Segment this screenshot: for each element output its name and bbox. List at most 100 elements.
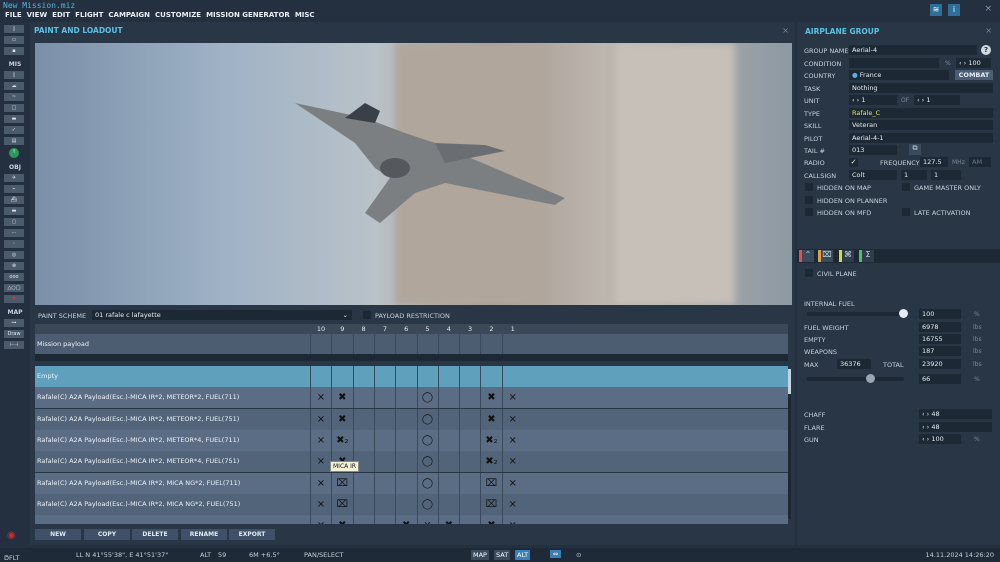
convoy-icon[interactable]: ⋯: [4, 229, 24, 237]
pylon-cell[interactable]: [501, 366, 523, 387]
payload-row[interactable]: Rafale(C) A2A Payload(Esc.)-MICA IR*2, M…: [35, 387, 788, 409]
copy-icon[interactable]: ⧉: [909, 144, 921, 155]
hidden-on-mfd-checkbox[interactable]: [805, 208, 813, 216]
target-icon[interactable]: ⊗: [4, 262, 24, 270]
draw-button[interactable]: Draw: [4, 330, 24, 338]
pylon-cell[interactable]: [373, 429, 395, 451]
pylon-weapon-icon[interactable]: ⨯: [501, 493, 523, 515]
mission-payload-cell[interactable]: [459, 334, 480, 354]
tail-input[interactable]: 013: [849, 145, 897, 155]
paint-scheme-select[interactable]: 01 rafale c lafayette ⌄: [92, 310, 352, 320]
pylon-cell[interactable]: [395, 429, 416, 451]
menu-flight[interactable]: FLIGHT: [75, 11, 103, 19]
pylon-cell[interactable]: [437, 429, 459, 451]
pylon-cell[interactable]: [459, 408, 480, 430]
payload-row[interactable]: Rafale(C) A2A Payload(Esc.)-MICA IR*2, M…: [35, 408, 788, 430]
slider-handle[interactable]: [899, 309, 908, 318]
skill-select[interactable]: Veteran: [849, 120, 993, 130]
scrollbar[interactable]: [788, 369, 791, 519]
pylon-cell[interactable]: [395, 472, 416, 494]
pylon-cell[interactable]: [395, 408, 416, 430]
airplane-icon[interactable]: ✈: [4, 174, 24, 182]
mission-payload-cell[interactable]: [501, 334, 523, 354]
condition-input[interactable]: [849, 58, 939, 68]
pylon-cell[interactable]: [352, 387, 374, 409]
payload-row[interactable]: ⨯✖✖⨯✖✖⨯: [35, 515, 788, 525]
pylon-weapon-icon[interactable]: ⨯: [501, 387, 523, 409]
aircraft-preview[interactable]: [35, 43, 792, 305]
pylon-weapon-icon[interactable]: ✖₂: [480, 429, 501, 451]
pylon-weapon-icon[interactable]: ✖: [331, 387, 352, 409]
pylon-cell[interactable]: [437, 451, 459, 473]
pylon-weapon-icon[interactable]: ⨯: [501, 451, 523, 473]
pylon-cell[interactable]: [437, 408, 459, 430]
pylon-cell[interactable]: [373, 387, 395, 409]
ship-icon[interactable]: ⛴: [4, 196, 24, 204]
pylon-cell[interactable]: [480, 366, 501, 387]
gun-stepper[interactable]: ‹ › 100: [919, 434, 961, 444]
pylon-weapon-icon[interactable]: ⌧: [331, 472, 352, 494]
pylon-weapon-icon[interactable]: ✖: [480, 387, 501, 409]
rename-button[interactable]: RENAME: [181, 529, 227, 540]
mission-payload-cell[interactable]: [416, 334, 438, 354]
pylon-weapon-icon[interactable]: ✖: [395, 515, 416, 525]
pylon-cell[interactable]: [373, 408, 395, 430]
payload-row[interactable]: Rafale(C) A2A Payload(Esc.)-MICA IR*2, M…: [35, 493, 788, 515]
pylon-cell[interactable]: [459, 515, 480, 525]
group-name-input[interactable]: Aerial-4: [849, 45, 977, 55]
load-slider[interactable]: [807, 374, 904, 383]
pylon-cell[interactable]: [459, 472, 480, 494]
pylon-weapon-icon[interactable]: ⌧: [331, 493, 352, 515]
pylon-weapon-icon[interactable]: ⨯: [501, 408, 523, 430]
pylon-weapon-icon[interactable]: ⨯: [310, 408, 331, 430]
pylon-weapon-icon[interactable]: ⨯: [310, 387, 331, 409]
flare-stepper[interactable]: ‹ › 48: [919, 422, 992, 432]
frequency-input[interactable]: 127.5: [920, 157, 948, 167]
callsign-select[interactable]: Colt: [849, 170, 897, 180]
layers-icon[interactable]: ⇔: [550, 550, 562, 558]
pylon-weapon-icon[interactable]: ⨯: [501, 429, 523, 451]
hidden-on-planner-checkbox[interactable]: [805, 196, 813, 204]
internal-fuel-input[interactable]: 100: [919, 309, 961, 319]
window-close-button[interactable]: ×: [984, 4, 992, 14]
zone-icon[interactable]: ◎: [4, 251, 24, 259]
pylon-weapon-icon[interactable]: ✖: [331, 515, 352, 525]
menu-file[interactable]: FILE: [5, 11, 22, 19]
late-activation-checkbox[interactable]: [902, 208, 910, 216]
callsign-number-2[interactable]: 1: [931, 170, 961, 180]
profile-select[interactable]: DFLT ⌄: [4, 551, 19, 562]
pylon-cell[interactable]: [395, 493, 416, 515]
new-file-icon[interactable]: ▯: [4, 25, 24, 33]
pylon-weapon-icon[interactable]: ⨯: [310, 429, 331, 451]
pylon-cell[interactable]: [459, 429, 480, 451]
pylon-cell[interactable]: [395, 366, 416, 387]
chaff-stepper[interactable]: ‹ › 48: [919, 409, 992, 419]
mission-payload-cell[interactable]: [331, 334, 352, 354]
new-button[interactable]: NEW: [35, 529, 81, 540]
pylon-weapon-icon[interactable]: ◯: [416, 429, 438, 451]
payload-row[interactable]: Rafale(C) A2A Payload(Esc.)-MICA IR*2, M…: [35, 472, 788, 494]
mission-payload-cell[interactable]: [437, 334, 459, 354]
pylon-cell[interactable]: [331, 366, 352, 387]
pylon-cell[interactable]: [310, 366, 331, 387]
pylon-weapon-icon[interactable]: ⨯: [310, 515, 331, 525]
menu-customize[interactable]: CUSTOMIZE: [155, 11, 201, 19]
pylon-cell[interactable]: [395, 451, 416, 473]
mission-payload-cell[interactable]: [310, 334, 331, 354]
group-panel-close-button[interactable]: ×: [985, 26, 992, 35]
up-arrow-icon[interactable]: ↑: [9, 148, 19, 158]
menu-edit[interactable]: EDIT: [52, 11, 70, 19]
task-select[interactable]: Nothing: [849, 83, 993, 93]
pylon-cell[interactable]: [459, 451, 480, 473]
triggers-icon[interactable]: ~: [4, 93, 24, 101]
pylon-cell[interactable]: [459, 493, 480, 515]
ruler-icon[interactable]: ⊢⊣: [4, 341, 24, 349]
info-icon[interactable]: i: [948, 4, 960, 16]
pylon-cell[interactable]: [373, 366, 395, 387]
pylon-cell[interactable]: [373, 493, 395, 515]
clock-icon[interactable]: ⊙: [576, 551, 581, 559]
pylon-cell[interactable]: [437, 366, 459, 387]
menu-view[interactable]: VIEW: [27, 11, 48, 19]
record-icon[interactable]: ◉: [7, 530, 16, 541]
of-stepper[interactable]: ‹ › 1: [914, 95, 960, 105]
